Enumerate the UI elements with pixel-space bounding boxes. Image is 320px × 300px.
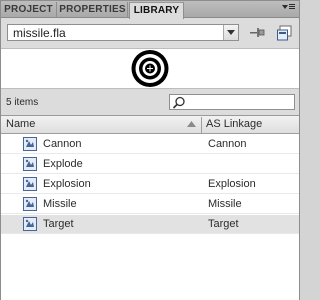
library-panel: PROJECT PROPERTIES LIBRARY missile.fla 5…	[0, 0, 300, 300]
target-symbol-preview	[131, 50, 169, 87]
table-header: Name AS Linkage	[1, 116, 299, 134]
tab-properties[interactable]: PROPERTIES	[58, 2, 128, 18]
item-linkage: Explosion	[208, 178, 256, 190]
column-header-name[interactable]: Name	[6, 118, 35, 130]
item-linkage: Target	[208, 218, 239, 230]
movieclip-symbol-icon	[23, 177, 37, 191]
library-item-row[interactable]: Cannon Cannon	[1, 135, 299, 154]
item-name: Target	[43, 218, 74, 230]
search-icon	[172, 96, 185, 109]
library-item-row[interactable]: Explosion Explosion	[1, 175, 299, 194]
library-file-row: missile.fla	[1, 19, 299, 48]
library-item-row[interactable]: Missile Missile	[1, 195, 299, 214]
library-status-row: 5 items	[1, 90, 299, 114]
pin-library-icon[interactable]	[248, 24, 266, 42]
tab-library[interactable]: LIBRARY	[129, 2, 184, 19]
search-input[interactable]	[169, 94, 295, 110]
panel-tab-bar: PROJECT PROPERTIES LIBRARY	[1, 1, 299, 19]
item-name: Explosion	[43, 178, 91, 190]
item-linkage: Missile	[208, 198, 242, 210]
item-linkage: Cannon	[208, 138, 247, 150]
item-count: 5 items	[6, 97, 39, 108]
item-name: Missile	[43, 198, 77, 210]
library-item-row[interactable]: Target Target	[1, 215, 299, 234]
movieclip-symbol-icon	[23, 137, 37, 151]
chevron-down-icon[interactable]	[223, 25, 238, 40]
library-document-value: missile.fla	[13, 26, 66, 40]
symbol-preview-area	[1, 48, 299, 89]
new-library-panel-icon[interactable]	[276, 24, 294, 42]
movieclip-symbol-icon	[23, 197, 37, 211]
library-item-row[interactable]: Explode	[1, 155, 299, 174]
movieclip-symbol-icon	[23, 217, 37, 231]
library-items-table: Name AS Linkage Cannon Cannon Explode Explo…	[1, 115, 299, 300]
column-header-as-linkage[interactable]: AS Linkage	[206, 118, 262, 130]
movieclip-symbol-icon	[23, 157, 37, 171]
panel-menu-icon[interactable]	[281, 3, 295, 15]
tab-project[interactable]: PROJECT	[1, 2, 57, 18]
item-name: Explode	[43, 158, 83, 170]
sort-ascending-icon[interactable]	[187, 121, 196, 127]
column-divider[interactable]	[201, 117, 202, 133]
library-document-select[interactable]: missile.fla	[7, 24, 239, 41]
item-name: Cannon	[43, 138, 82, 150]
